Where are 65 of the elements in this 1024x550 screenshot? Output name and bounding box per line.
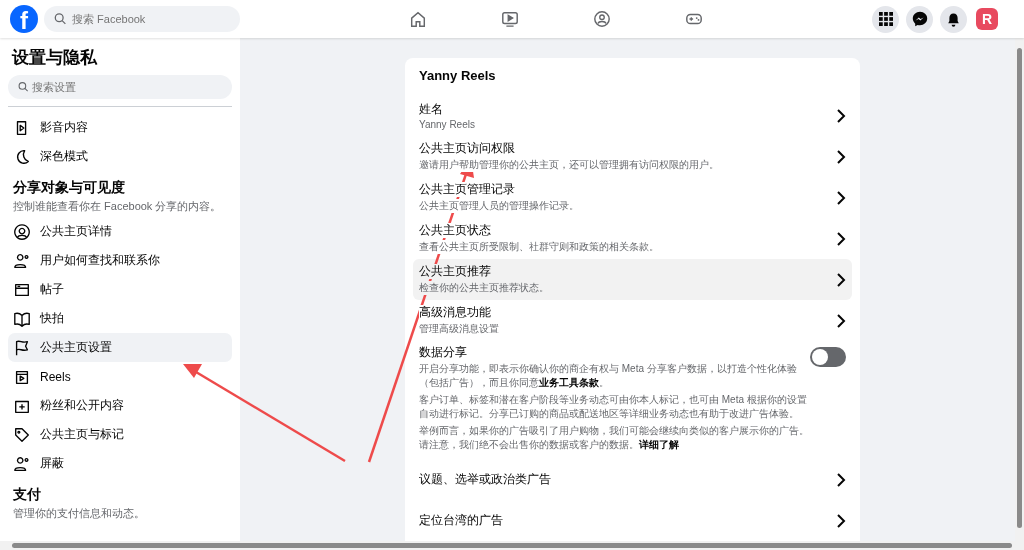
chevron-right-icon xyxy=(836,513,846,528)
notifications-button[interactable] xyxy=(940,5,967,33)
row-title: 公共主页管理记录 xyxy=(419,182,515,197)
sidebar-item[interactable]: 深色模式 xyxy=(8,142,232,171)
row-title: 公共主页访问权限 xyxy=(419,141,515,156)
sidebar-item[interactable]: 快拍 xyxy=(8,304,232,333)
card-title: Yanny Reels xyxy=(418,68,497,85)
settings-row[interactable]: 定位台湾的广告 xyxy=(413,500,852,541)
grid-icon xyxy=(878,12,893,26)
menu-item-icon xyxy=(13,425,31,444)
settings-row[interactable]: 公共主页推荐 检查你的公共主页推荐状态。 xyxy=(413,259,852,300)
sidebar-item[interactable]: 帖子 xyxy=(8,275,232,304)
toggle-switch[interactable] xyxy=(810,347,846,367)
sidebar-item[interactable]: 影音内容 xyxy=(8,113,232,142)
vertical-scrollbar[interactable] xyxy=(1015,38,1024,541)
sidebar-item[interactable]: 公共主页与标记 xyxy=(8,420,232,449)
search-field[interactable]: 搜索 Facebook xyxy=(44,6,240,32)
row-title: 高级消息功能 xyxy=(419,305,491,320)
chevron-right-icon xyxy=(836,472,846,487)
profile-avatar[interactable]: R xyxy=(976,8,998,30)
sidebar-item[interactable]: 公共主页设置 xyxy=(8,333,232,362)
menu-item-icon xyxy=(13,338,31,357)
row-title: 数据分享 xyxy=(419,345,467,360)
chevron-right-icon xyxy=(836,231,846,246)
video-icon[interactable] xyxy=(501,10,519,28)
menu-item-icon xyxy=(13,251,31,270)
section-description: 控制谁能查看你在 Facebook 分享的内容。 xyxy=(12,199,223,214)
row-title: 定位台湾的广告 xyxy=(419,513,503,528)
sidebar-item[interactable]: 粉丝和公开内容 xyxy=(8,391,232,420)
settings-row[interactable]: 姓名 Yanny Reels xyxy=(413,95,852,136)
messenger-icon xyxy=(911,11,928,27)
section-heading: 分享对象与可见度 xyxy=(12,178,126,197)
row-subtitle: Yanny Reels xyxy=(419,118,475,130)
settings-search-field[interactable]: 搜索设置 xyxy=(8,75,232,99)
bell-icon xyxy=(946,11,961,27)
sidebar-item[interactable]: 用户如何查找和联系你 xyxy=(8,246,232,275)
horizontal-scrollbar[interactable] xyxy=(0,541,1024,550)
section-description: 管理你的支付信息和动态。 xyxy=(12,506,146,521)
section-heading: 支付 xyxy=(12,485,42,504)
row-title: 议题、选举或政治类广告 xyxy=(419,472,551,487)
settings-row[interactable]: 公共主页状态 查看公共主页所受限制、社群守则和政策的相关条款。 xyxy=(413,218,852,259)
chevron-right-icon xyxy=(836,190,846,205)
messenger-button[interactable] xyxy=(906,5,933,33)
logo[interactable]: f xyxy=(10,5,38,33)
settings-row[interactable]: 议题、选举或政治类广告 xyxy=(413,459,852,500)
sidebar-item[interactable]: Reels xyxy=(8,362,232,391)
settings-row[interactable]: 公共主页管理记录 公共主页管理人员的管理操作记录。 xyxy=(413,177,852,218)
menu-item-icon xyxy=(13,454,31,473)
chevron-right-icon xyxy=(836,149,846,164)
settings-row[interactable]: 高级消息功能 管理高级消息设置 xyxy=(413,300,852,341)
menu-grid-button[interactable] xyxy=(872,5,899,33)
sidebar-item[interactable]: 公共主页详情 xyxy=(8,217,232,246)
people-icon[interactable] xyxy=(593,10,611,28)
settings-row[interactable]: 公共主页访问权限 邀请用户帮助管理你的公共主页，还可以管理拥有访问权限的用户。 xyxy=(413,136,852,177)
row-title: 公共主页推荐 xyxy=(419,264,491,279)
home-icon[interactable] xyxy=(409,10,427,28)
row-title: 公共主页状态 xyxy=(419,223,491,238)
row-subtitle: 管理高级消息设置 xyxy=(419,322,499,336)
menu-item-icon xyxy=(13,222,31,241)
chevron-right-icon xyxy=(836,272,846,287)
row-title: 姓名 xyxy=(419,101,443,117)
chevron-right-icon xyxy=(836,108,846,123)
sidebar-item[interactable]: 屏蔽 xyxy=(8,449,232,478)
sidebar-title: 设置与隐私 xyxy=(10,47,98,69)
chevron-right-icon xyxy=(836,313,846,328)
